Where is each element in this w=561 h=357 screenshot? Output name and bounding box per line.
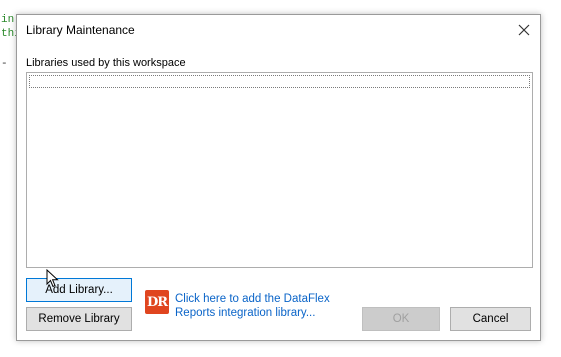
dataflex-reports-link[interactable]: Click here to add the DataFlex Reports i… (175, 292, 330, 320)
close-icon (518, 24, 530, 36)
libraries-label: Libraries used by this workspace (26, 57, 186, 69)
code-line: in (1, 14, 15, 26)
link-line-2[interactable]: Reports integration library... (175, 306, 330, 320)
libraries-list[interactable] (26, 72, 533, 268)
remove-library-button[interactable]: Remove Library (26, 307, 132, 331)
library-maintenance-dialog: Library Maintenance Libraries used by th… (16, 14, 541, 341)
mouse-cursor-icon (46, 269, 59, 288)
ok-button[interactable]: OK (362, 307, 440, 331)
close-button[interactable] (514, 20, 534, 40)
link-line-1[interactable]: Click here to add the DataFlex (175, 292, 330, 306)
dialog-titlebar: Library Maintenance (17, 15, 540, 45)
list-focus-row[interactable] (29, 75, 530, 88)
code-line: - (1, 58, 8, 70)
cancel-button[interactable]: Cancel (450, 307, 531, 331)
dataflex-reports-logo-icon: DR (145, 290, 169, 314)
add-library-button[interactable]: Add Library... (26, 278, 132, 302)
dialog-title: Library Maintenance (26, 23, 135, 37)
